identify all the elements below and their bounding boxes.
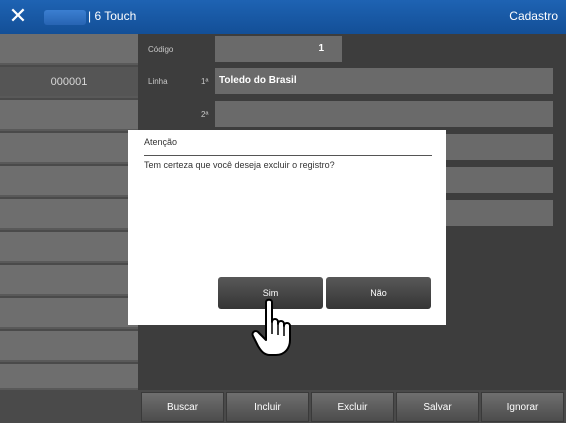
codigo-value: 1	[318, 43, 324, 54]
list-item[interactable]	[0, 133, 138, 164]
list-item[interactable]	[0, 232, 138, 263]
dialog-message: Tem certeza que você deseja excluir o re…	[144, 160, 335, 170]
linha-number-2: 2ª	[201, 110, 209, 119]
buscar-button[interactable]: Buscar	[141, 392, 224, 422]
codigo-label: Código	[148, 45, 174, 54]
codigo-field[interactable]: 1	[215, 36, 342, 62]
close-icon[interactable]: ✕	[6, 5, 30, 29]
list-item[interactable]	[0, 265, 138, 296]
salvar-button[interactable]: Salvar	[396, 392, 479, 422]
dialog-divider	[144, 155, 432, 156]
list-item[interactable]	[0, 331, 138, 362]
list-item[interactable]	[0, 100, 138, 131]
ignorar-button[interactable]: Ignorar	[481, 392, 564, 422]
list-item[interactable]	[0, 364, 138, 390]
no-button[interactable]: Não	[326, 277, 431, 309]
title-bar: ✕ | 6 Touch Cadastro	[0, 0, 566, 34]
incluir-button[interactable]: Incluir	[226, 392, 309, 422]
dialog-title: Atenção	[144, 137, 178, 147]
list-item[interactable]	[0, 298, 138, 329]
list-item-selected[interactable]: 000001	[0, 67, 138, 98]
list-item[interactable]	[0, 166, 138, 197]
excluir-button[interactable]: Excluir	[311, 392, 394, 422]
list-item[interactable]	[0, 34, 138, 65]
confirm-dialog: Atenção Tem certeza que você deseja excl…	[128, 130, 446, 325]
linha-field-1[interactable]: Toledo do Brasil	[215, 68, 553, 94]
screen-title: Cadastro	[509, 9, 558, 23]
linha-value-1: Toledo do Brasil	[219, 75, 297, 86]
record-list: 000001	[0, 34, 138, 390]
list-item[interactable]	[0, 199, 138, 230]
title-label-pill	[44, 10, 86, 25]
app-title: | 6 Touch	[88, 9, 137, 23]
linha-field-2[interactable]	[215, 101, 553, 127]
linha-number-1: 1ª	[201, 77, 209, 86]
linha-label: Linha	[148, 77, 168, 86]
hand-pointer-icon	[251, 298, 291, 356]
